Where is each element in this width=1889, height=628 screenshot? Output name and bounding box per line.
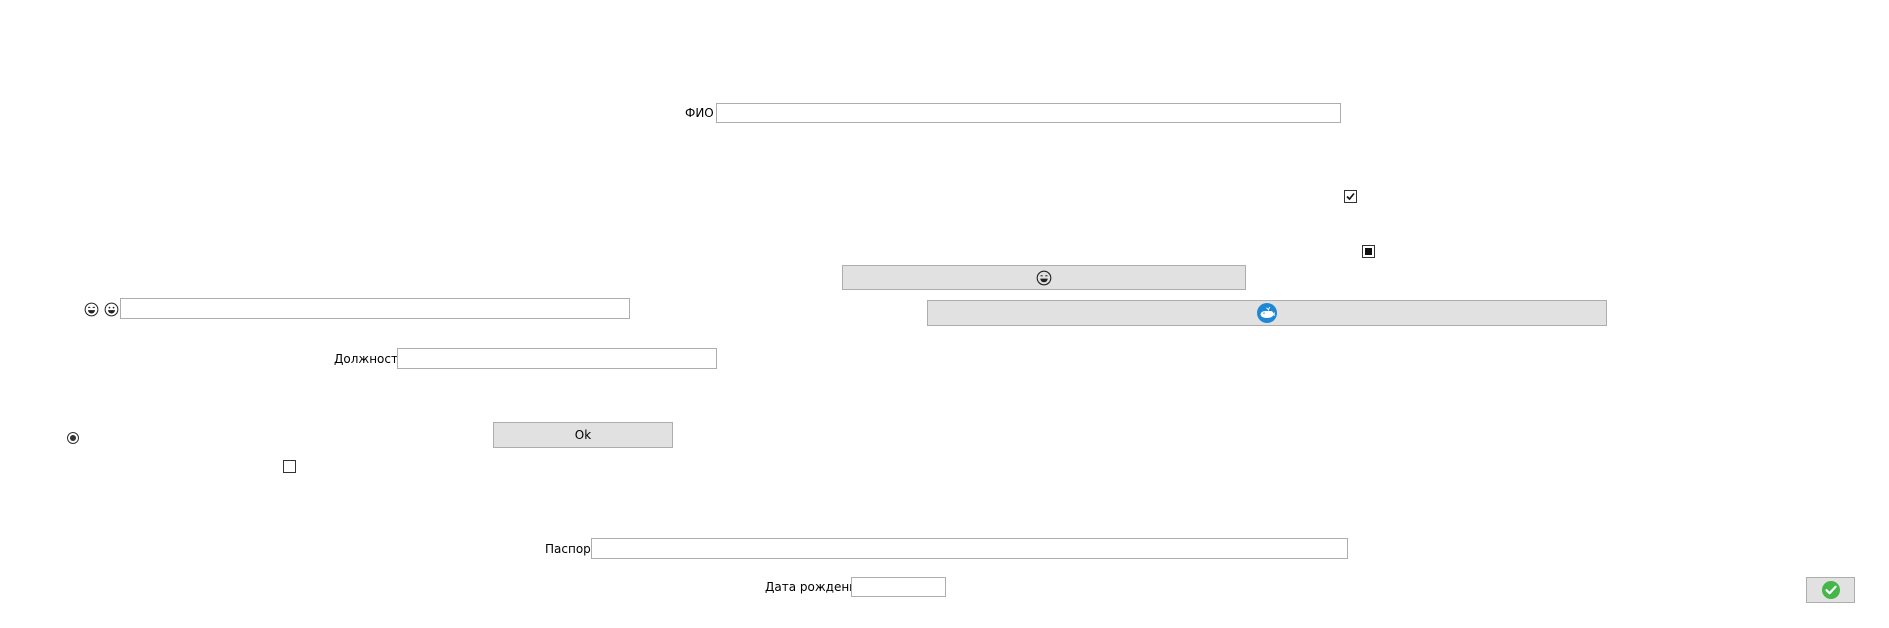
fio-label: ФИО xyxy=(685,106,714,120)
whale-icon xyxy=(1257,303,1277,323)
checkbox-checked[interactable] xyxy=(1344,190,1357,203)
radio-button-selected[interactable] xyxy=(67,432,79,444)
birthdate-input[interactable] xyxy=(851,577,946,597)
birthdate-label: Дата рождения xyxy=(765,580,865,594)
radio-dot-icon xyxy=(70,435,76,441)
position-input[interactable] xyxy=(397,348,717,369)
checkmark-icon xyxy=(1821,581,1840,599)
laughing-face-icon xyxy=(1036,270,1052,285)
emoji-text-input[interactable] xyxy=(120,298,630,319)
checkbox-unchecked[interactable] xyxy=(283,460,296,473)
passport-input[interactable] xyxy=(591,538,1348,559)
grinning-face-icon xyxy=(84,302,99,317)
passport-label: Паспорт xyxy=(545,542,598,556)
emoji-button[interactable] xyxy=(842,265,1246,290)
ok-button[interactable]: Ok xyxy=(493,422,673,448)
smiling-face-icon xyxy=(104,302,119,317)
whale-button[interactable] xyxy=(927,300,1607,326)
indeterminate-square-icon xyxy=(1365,248,1372,255)
check-mark-icon xyxy=(1346,192,1355,201)
checkbox-indeterminate[interactable] xyxy=(1362,245,1375,258)
fio-input[interactable] xyxy=(716,103,1341,123)
position-label: Должность xyxy=(334,352,406,366)
confirm-button[interactable] xyxy=(1806,577,1855,603)
